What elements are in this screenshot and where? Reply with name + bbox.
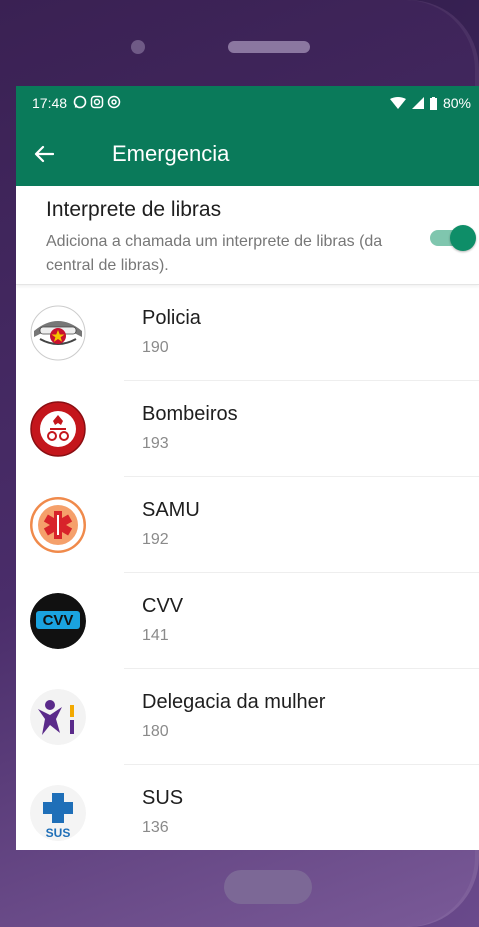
instagram-icon [90,95,104,112]
contact-name: Policia [142,307,201,329]
cvv-logo: CVV [30,593,86,649]
contact-name: Delegacia da mulher [142,691,326,713]
sus-logo-text: SUS [46,826,71,840]
contact-number: 193 [142,435,169,452]
home-button[interactable] [224,870,312,904]
policia-militar-logo [30,305,86,361]
libras-toggle-switch[interactable] [430,225,476,251]
samu-logo [30,497,86,553]
notification-icons [73,95,121,112]
whatsapp-icon [73,95,87,112]
delegacia-mulher-logo [30,689,86,745]
toggle-knob [450,225,476,251]
setting-title: Interprete de libras [46,198,222,221]
contact-bombeiros[interactable]: Bombeiros 193 [16,381,479,477]
contact-name: Bombeiros [142,403,238,425]
setting-description: Adiciona a chamada um interprete de libr… [46,233,383,274]
contact-number: 141 [142,627,169,644]
contact-number: 192 [142,531,169,548]
contact-name: CVV [142,595,184,617]
contact-policia[interactable]: Policia 190 [16,285,479,381]
front-camera [131,40,145,54]
sus-logo: SUS [30,785,86,841]
libras-interpreter-setting[interactable]: Interprete de libras Adiciona a chamada … [16,186,479,285]
bombeiros-logo [30,401,86,457]
contact-name: SUS [142,787,184,809]
battery-icon [429,96,437,110]
contact-number: 180 [142,723,169,740]
page-title: Emergencia [112,141,230,166]
contact-number: 190 [142,339,169,356]
arrow-left-icon[interactable] [16,145,84,163]
wifi-icon [389,97,406,109]
contact-sus[interactable]: SUS SUS 136 [16,765,479,850]
phone-screen: 17:48 80% Emergencia Interprete de libra… [16,86,479,850]
at-icon [107,95,121,112]
phone-frame: 17:48 80% Emergencia Interprete de libra… [0,0,479,927]
contact-name: SAMU [142,499,200,521]
toolbar: Emergencia [16,134,479,174]
contact-number: 136 [142,819,169,836]
signal-icon [411,97,424,109]
status-bar: 17:48 80% [32,92,471,114]
contact-samu[interactable]: SAMU 192 [16,477,479,573]
emergency-contacts-list: Policia 190 Bombeiros 193 SAMU 192 CVV C… [16,285,479,850]
status-right: 80% [389,95,471,111]
status-time: 17:48 [32,95,68,111]
contact-cvv[interactable]: CVV CVV 141 [16,573,479,669]
contact-delegacia-mulher[interactable]: Delegacia da mulher 180 [16,669,479,765]
earpiece-speaker [228,41,310,53]
cvv-logo-text: CVV [43,612,74,629]
battery-level: 80% [442,95,471,111]
app-bar: 17:48 80% Emergencia [16,86,479,186]
